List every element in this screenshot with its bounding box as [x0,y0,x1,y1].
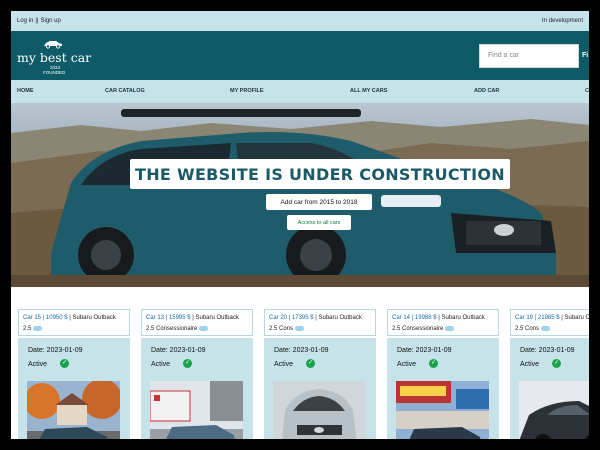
car-photo[interactable] [519,381,589,439]
car-card[interactable]: Car 20 | 17395 $ | Subaru Outback 2.5 Co… [264,309,376,439]
car-card[interactable]: Car 14 | 19988 $ | Subaru Outback 2.5 Co… [387,309,499,439]
car-card-status: Active [151,361,171,368]
check-icon: ✓ [183,359,192,368]
car-photo[interactable] [273,381,366,439]
car-card-status: Active [274,361,294,368]
car-card-link[interactable]: Car 19 | 21985 $ [515,315,560,321]
car-card-date: Date: 2023-01-09 [28,347,83,354]
car-card-date: Date: 2023-01-09 [274,347,329,354]
car-card-link[interactable]: Car 15 | 10950 $ [23,315,68,321]
car-card-date: Date: 2023-01-09 [151,347,206,354]
check-icon: ✓ [60,359,69,368]
car-card-status: Active [28,361,48,368]
logo-brand-text: my best car [17,49,92,65]
browser-viewport: Log in || Sign up In development my best… [11,11,589,439]
nav-item-overflow[interactable]: C [585,88,589,94]
signup-link[interactable]: Sign up [40,18,60,24]
car-card-date: Date: 2023-01-09 [520,347,575,354]
car-logo-icon [44,40,62,49]
car-card-title[interactable]: Car 14 | 19988 $ | Subaru Outback 2.5 Co… [387,309,499,336]
search-button[interactable]: Fi [579,43,589,68]
search-form: Find a car Fi [479,43,589,68]
site-logo[interactable]: my best car 2023 FOUNDED [17,36,91,76]
car-card[interactable]: Car 15 | 10950 $ | Subaru Outback 2.5 Da… [18,309,130,439]
check-icon: ✓ [429,359,438,368]
car-card-status: Active [397,361,417,368]
check-icon: ✓ [552,359,561,368]
car-photo[interactable] [27,381,120,439]
cloud-icon [33,325,43,331]
car-card-list: Car 15 | 10950 $ | Subaru Outback 2.5 Da… [11,309,589,439]
car-photo[interactable] [396,381,489,439]
access-all-cars-button[interactable]: Access to all cars [287,215,351,230]
cloud-icon [541,325,551,331]
hero-title: THE WEBSITE IS UNDER CONSTRUCTION [130,159,510,189]
car-card-link[interactable]: Car 20 | 17395 $ [269,315,314,321]
cloud-icon [199,325,209,331]
car-photo[interactable] [150,381,243,439]
car-card-title[interactable]: Car 13 | 15995 $ | Subaru Outback 2.5 Co… [141,309,253,336]
nav-item-my-profile[interactable]: MY PROFILE [230,88,264,94]
cloud-icon [445,325,455,331]
auth-separator: || [35,18,39,24]
car-card-status: Active [520,361,540,368]
top-bar: Log in || Sign up In development [11,11,589,31]
car-card-body: Date: 2023-01-09 Active ✓ [264,338,376,439]
hero-banner: THE WEBSITE IS UNDER CONSTRUCTION Add ca… [11,103,589,287]
nav-item-add-car[interactable]: ADD CAR [474,88,499,94]
hero-subtitle: Add car from 2015 to 2018 [266,194,372,210]
car-card-body: Date: 2023-01-09 Active ✓ [18,338,130,439]
login-link[interactable]: Log in [17,18,33,24]
car-card[interactable]: Car 13 | 15995 $ | Subaru Outback 2.5 Co… [141,309,253,439]
logo-founded: FOUNDED [43,69,66,75]
car-card[interactable]: Car 19 | 21985 $ | Subaru Outback 2.5 Co… [510,309,589,439]
car-card-body: Date: 2023-01-09 Active ✓ [387,338,499,439]
nav-item-all-my-cars[interactable]: ALL MY CARS [350,88,387,94]
car-card-title[interactable]: Car 19 | 21985 $ | Subaru Outback 2.5 Co… [510,309,589,336]
main-nav: HOME CAR CATALOG MY PROFILE ALL MY CARS … [11,80,589,103]
check-icon: ✓ [306,359,315,368]
search-input[interactable]: Find a car [479,43,579,68]
auth-links: Log in || Sign up [17,18,61,24]
nav-item-car-catalog[interactable]: CAR CATALOG [105,88,145,94]
car-card-title[interactable]: Car 15 | 10950 $ | Subaru Outback 2.5 [18,309,130,336]
car-card-body: Date: 2023-01-09 Active ✓ [510,338,589,439]
cloud-icon [295,325,305,331]
car-card-date: Date: 2023-01-09 [397,347,452,354]
car-card-link[interactable]: Car 14 | 19988 $ [392,315,437,321]
car-card-body: Date: 2023-01-09 Active ✓ [141,338,253,439]
nav-item-home[interactable]: HOME [17,88,34,94]
dev-status: In development [541,18,583,24]
car-card-title[interactable]: Car 20 | 17395 $ | Subaru Outback 2.5 Co… [264,309,376,336]
car-card-link[interactable]: Car 13 | 15995 $ [146,315,191,321]
site-header: my best car 2023 FOUNDED Find a car Fi [11,31,589,80]
